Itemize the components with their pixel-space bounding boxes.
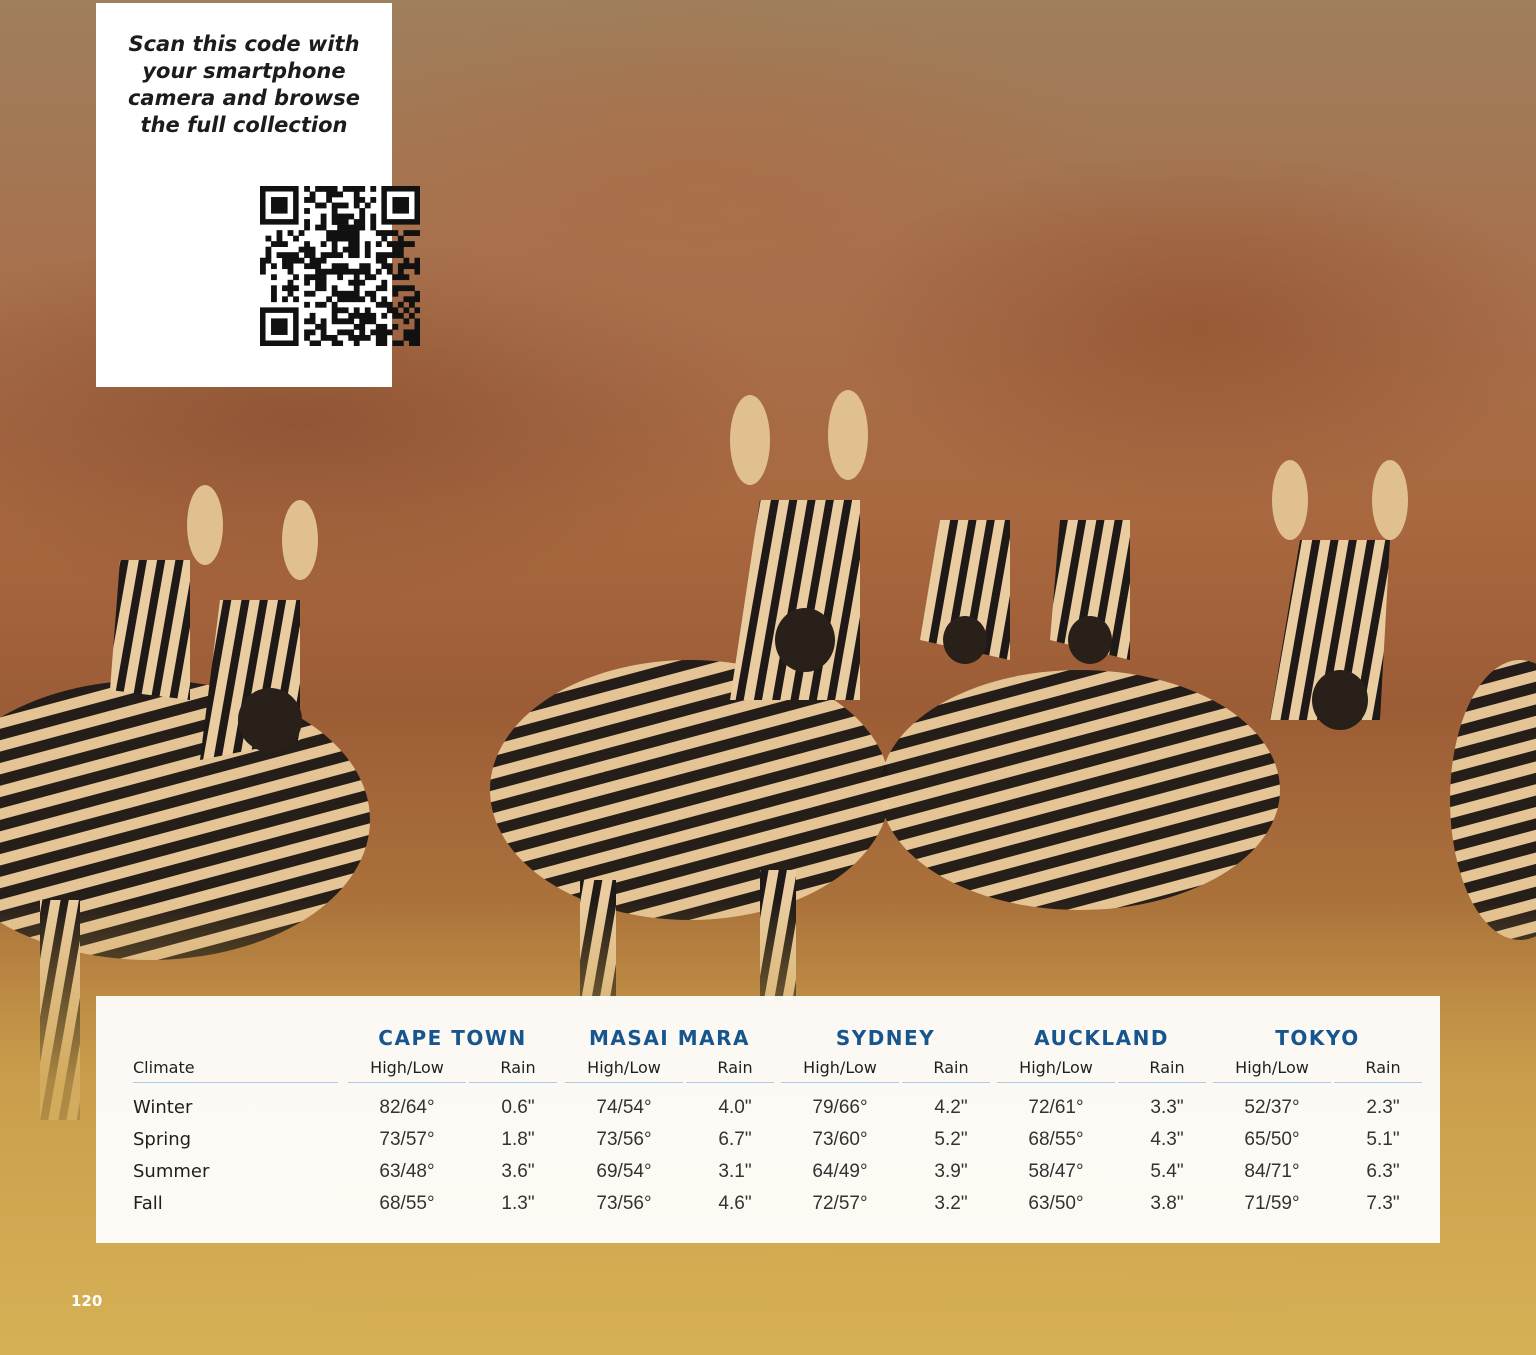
column-rule [902, 1082, 990, 1083]
high-low-value: 74/54° [596, 1097, 652, 1118]
rain-value: 3.3" [1150, 1097, 1184, 1118]
rain-value: 3.6" [501, 1161, 535, 1182]
column-rule [348, 1082, 466, 1083]
high-low-value: 73/56° [596, 1193, 652, 1214]
city-heading: TOKYO [1275, 1026, 1360, 1050]
column-rule [133, 1082, 338, 1083]
high-low-header: High/Low [1019, 1058, 1093, 1077]
high-low-value: 58/47° [1028, 1161, 1084, 1182]
rain-value: 4.0" [718, 1097, 752, 1118]
high-low-value: 52/37° [1244, 1097, 1300, 1118]
rain-header: Rain [717, 1058, 753, 1077]
rain-value: 5.1" [1366, 1129, 1400, 1150]
high-low-value: 68/55° [1028, 1129, 1084, 1150]
rain-value: 1.3" [501, 1193, 535, 1214]
rain-value: 1.8" [501, 1129, 535, 1150]
qr-code-icon[interactable] [260, 186, 420, 346]
rain-value: 3.2" [934, 1193, 968, 1214]
high-low-header: High/Low [1235, 1058, 1309, 1077]
high-low-header: High/Low [370, 1058, 444, 1077]
high-low-value: 63/50° [1028, 1193, 1084, 1214]
rain-value: 5.2" [934, 1129, 968, 1150]
rain-header: Rain [1149, 1058, 1185, 1077]
high-low-value: 63/48° [379, 1161, 435, 1182]
high-low-value: 73/57° [379, 1129, 435, 1150]
qr-caption-line: the full collection [140, 113, 348, 137]
high-low-value: 73/60° [812, 1129, 868, 1150]
season-label: Spring [133, 1129, 192, 1150]
season-label: Winter [133, 1097, 193, 1118]
high-low-value: 68/55° [379, 1193, 435, 1214]
high-low-value: 64/49° [812, 1161, 868, 1182]
high-low-value: 82/64° [379, 1097, 435, 1118]
rain-value: 5.4" [1150, 1161, 1184, 1182]
column-rule [1334, 1082, 1422, 1083]
qr-caption: Scan this code with your smartphone came… [96, 31, 392, 139]
column-rule [781, 1082, 899, 1083]
page-number: 120 [71, 1292, 103, 1310]
climate-row-header: Climate [133, 1058, 195, 1077]
season-label: Fall [133, 1193, 163, 1214]
high-low-value: 72/57° [812, 1193, 868, 1214]
high-low-value: 79/66° [812, 1097, 868, 1118]
high-low-header: High/Low [587, 1058, 661, 1077]
high-low-value: 84/71° [1244, 1161, 1300, 1182]
city-heading: CAPE TOWN [378, 1026, 527, 1050]
rain-value: 2.3" [1366, 1097, 1400, 1118]
city-heading: SYDNEY [835, 1026, 936, 1050]
city-heading: AUCKLAND [1034, 1026, 1169, 1050]
high-low-value: 69/54° [596, 1161, 652, 1182]
rain-header: Rain [500, 1058, 536, 1077]
rain-value: 3.1" [718, 1161, 752, 1182]
high-low-value: 65/50° [1244, 1129, 1300, 1150]
column-rule [469, 1082, 557, 1083]
rain-value: 4.2" [934, 1097, 968, 1118]
rain-value: 4.3" [1150, 1129, 1184, 1150]
rain-value: 4.6" [718, 1193, 752, 1214]
city-heading: MASAI MARA [589, 1026, 750, 1050]
rain-value: 3.8" [1150, 1193, 1184, 1214]
column-rule [1213, 1082, 1331, 1083]
column-rule [1118, 1082, 1206, 1083]
high-low-value: 73/56° [596, 1129, 652, 1150]
high-low-value: 72/61° [1028, 1097, 1084, 1118]
high-low-header: High/Low [803, 1058, 877, 1077]
rain-value: 6.7" [718, 1129, 752, 1150]
rain-value: 6.3" [1366, 1161, 1400, 1182]
rain-value: 3.9" [934, 1161, 968, 1182]
qr-caption-line: Scan this code with [128, 32, 360, 56]
rain-header: Rain [933, 1058, 969, 1077]
qr-code-panel: Scan this code with your smartphone came… [96, 3, 420, 387]
rain-header: Rain [1365, 1058, 1401, 1077]
rain-value: 0.6" [501, 1097, 535, 1118]
high-low-value: 71/59° [1244, 1193, 1300, 1214]
climate-table: Climate CAPE TOWN High/Low Rain MASAI MARA H… [96, 996, 1440, 1243]
season-label: Summer [133, 1161, 210, 1182]
column-rule [565, 1082, 683, 1083]
column-rule [997, 1082, 1115, 1083]
qr-caption-line: camera and browse [127, 86, 360, 110]
rain-value: 7.3" [1366, 1193, 1400, 1214]
column-rule [686, 1082, 774, 1083]
qr-caption-line: your smartphone [142, 59, 346, 83]
